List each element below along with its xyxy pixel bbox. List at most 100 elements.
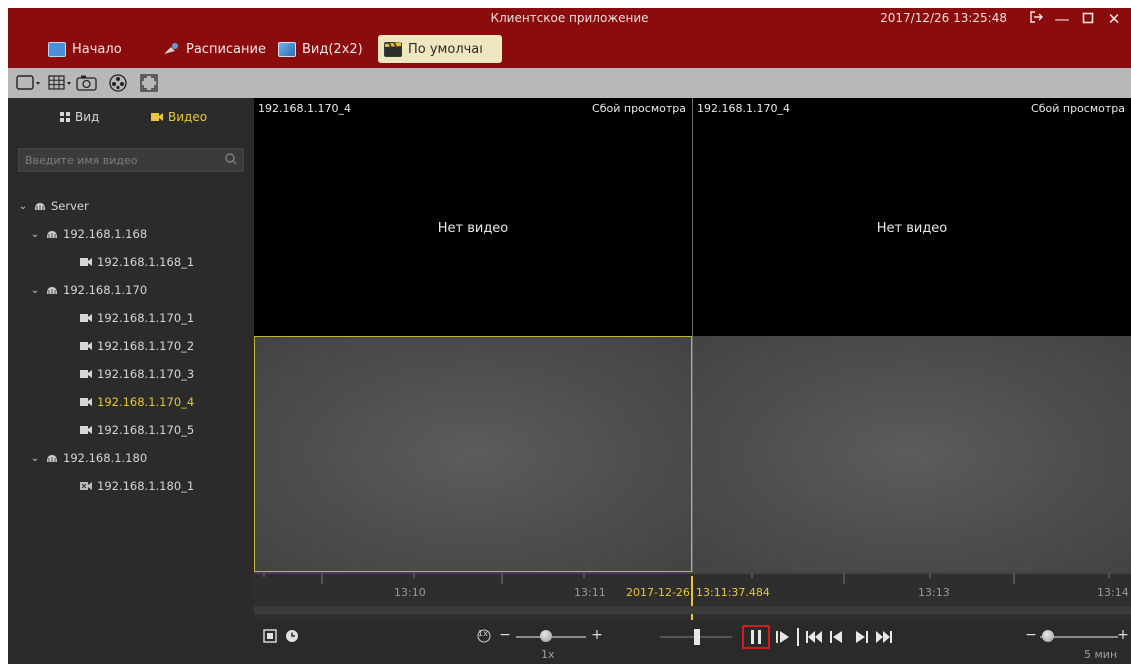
menu-item-default[interactable]: По умолчаı	[378, 35, 502, 63]
window-layout-button[interactable]	[16, 74, 42, 92]
split-screen-icon	[48, 75, 71, 90]
speed-increase-button[interactable]: +	[590, 626, 604, 644]
tab-view[interactable]: Вид	[60, 110, 99, 124]
tree-item-label: 192.168.1.170_4	[97, 395, 195, 409]
chevron-down-icon[interactable]: ⌄	[30, 229, 40, 240]
title-bar: Клиентское приложение 2017/12/26 13:25:4…	[8, 8, 1131, 30]
frame-icon	[263, 629, 277, 643]
timeline-track[interactable]	[254, 606, 1131, 614]
chevron-down-icon[interactable]: ⌄	[30, 453, 40, 464]
current-date: 2017-12-26	[626, 586, 690, 599]
device-icon	[47, 231, 57, 238]
menu-item-label: Начало	[72, 41, 122, 57]
no-video-message: Нет видео	[876, 221, 948, 236]
clock-icon	[286, 630, 298, 642]
zoom-in-button[interactable]: +	[1116, 626, 1130, 644]
tree-item-camera[interactable]: 192.168.1.170_1	[8, 304, 254, 332]
tree-item-server[interactable]: ⌄ Server	[8, 192, 254, 220]
video-cell-4[interactable]	[693, 336, 1131, 572]
search-icon[interactable]	[225, 153, 237, 165]
speed-decrease-button[interactable]: −	[498, 626, 512, 644]
fast-rewind-icon	[806, 631, 822, 643]
camera-icon	[151, 113, 163, 121]
skip-to-end-button[interactable]	[874, 628, 894, 646]
sidebar-tabs: Вид Видео	[8, 98, 254, 132]
clock-button[interactable]	[284, 628, 300, 644]
next-frame-button[interactable]	[852, 628, 870, 646]
tree-item-device[interactable]: ⌄ 192.168.1.170	[8, 276, 254, 304]
camera-icon	[80, 258, 92, 266]
tree-item-camera[interactable]: 192.168.1.170_5	[8, 416, 254, 444]
tree-item-camera[interactable]: 192.168.1.168_1	[8, 248, 254, 276]
step-forward-button[interactable]	[774, 628, 792, 646]
menu-item-schedule[interactable]: Расписание	[156, 35, 272, 63]
camera-icon	[80, 370, 92, 378]
menu-item-view-2x2[interactable]: Вид(2x2)	[272, 35, 369, 63]
video-grid: 192.168.1.170_4 Сбой просмотра Нет видео…	[254, 98, 1131, 572]
window-controls: — ✕	[1025, 10, 1125, 28]
play-step-icon	[776, 631, 789, 643]
chevron-down-icon[interactable]: ⌄	[30, 285, 40, 296]
timeline[interactable]: 13:10 13:11 13:13 13:14 2017-12-26 13:11…	[254, 572, 1131, 622]
tree-item-label: 192.168.1.168	[63, 227, 148, 241]
tab-video[interactable]: Видео	[151, 110, 207, 124]
monitor-icon	[48, 41, 66, 57]
close-icon[interactable]: ✕	[1103, 10, 1125, 28]
status-text: Сбой просмотра	[592, 102, 686, 115]
camera-snapshot-icon	[76, 75, 97, 91]
fullscreen-button[interactable]	[140, 74, 158, 92]
camera-offline-icon	[80, 482, 92, 490]
grid-view-icon	[278, 41, 296, 57]
pause-button[interactable]	[746, 628, 766, 646]
current-time: 13:11:37.484	[696, 586, 770, 599]
minimize-icon[interactable]: —	[1051, 10, 1073, 28]
tree-item-camera[interactable]: 192.168.1.170_3	[8, 360, 254, 388]
zoom-out-button[interactable]: −	[1024, 626, 1038, 644]
camera-name: 192.168.1.170_4	[258, 102, 351, 115]
main-menu: Начало Расписание Вид(2x2) По умолчаı	[8, 30, 1131, 68]
menu-item-label: Расписание	[186, 41, 266, 57]
tree-item-device[interactable]: ⌄ 192.168.1.180	[8, 444, 254, 472]
search-input[interactable]	[19, 149, 209, 171]
skip-to-start-button[interactable]	[804, 628, 824, 646]
tree-item-camera-selected[interactable]: 192.168.1.170_4	[8, 388, 254, 416]
video-cell-3[interactable]	[254, 336, 692, 572]
logout-icon[interactable]	[1025, 10, 1047, 28]
tree-item-label: 192.168.1.170	[63, 283, 148, 297]
menu-item-home[interactable]: Начало	[42, 35, 128, 63]
timeline-tick: 13:11	[574, 586, 606, 599]
snapshot-button[interactable]	[76, 74, 98, 92]
chevron-down-icon[interactable]: ⌄	[18, 201, 28, 212]
grid-icon	[60, 112, 70, 122]
datetime-display: 2017/12/26 13:25:48	[880, 11, 1007, 25]
camera-icon	[80, 342, 92, 350]
film-reel-icon	[109, 74, 127, 92]
camera-icon	[80, 314, 92, 322]
tree-item-label: 192.168.1.170_3	[97, 367, 195, 381]
server-icon	[35, 203, 45, 210]
video-cell-2[interactable]: 192.168.1.170_4 Сбой просмотра Нет видео	[693, 98, 1131, 335]
tree-item-camera[interactable]: 192.168.1.180_1	[8, 472, 254, 500]
split-screen-button[interactable]	[48, 74, 74, 92]
tree-item-label: Server	[51, 199, 89, 213]
playback-controls: 1x − + 1x − + 5 мин	[254, 622, 1131, 664]
menu-item-label: Вид(2x2)	[302, 41, 363, 57]
tree-item-camera[interactable]: 192.168.1.170_2	[8, 332, 254, 360]
stop-all-button[interactable]	[262, 628, 278, 644]
maximize-icon[interactable]	[1077, 10, 1099, 28]
clapperboard-icon	[384, 41, 402, 57]
video-cell-1[interactable]: 192.168.1.170_4 Сбой просмотра Нет видео	[254, 98, 692, 335]
tab-view-label: Вид	[75, 110, 100, 124]
device-icon	[47, 287, 57, 294]
pause-icon	[751, 630, 761, 644]
previous-frame-button[interactable]	[828, 628, 846, 646]
zoom-slider-knob[interactable]	[1042, 630, 1054, 642]
record-button[interactable]	[108, 74, 128, 92]
frame-slider-handle[interactable]	[694, 629, 700, 645]
device-icon	[47, 455, 57, 462]
timeline-tick: 13:10	[394, 586, 426, 599]
app-window: Клиентское приложение 2017/12/26 13:25:4…	[8, 8, 1131, 664]
tab-video-label: Видео	[168, 110, 208, 124]
speed-slider-knob[interactable]	[540, 630, 552, 642]
tree-item-device[interactable]: ⌄ 192.168.1.168	[8, 220, 254, 248]
